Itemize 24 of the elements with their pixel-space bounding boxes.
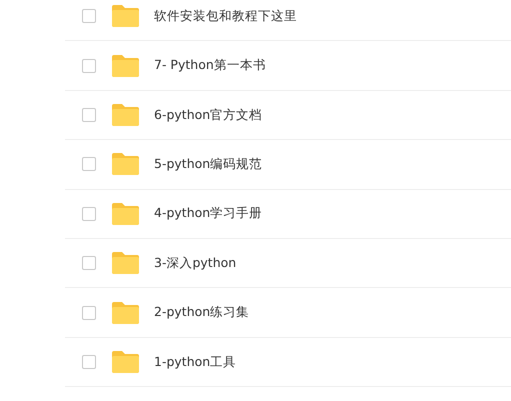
folder-icon [111,152,140,176]
folder-icon [111,350,140,374]
checkbox[interactable] [82,306,96,320]
checkbox[interactable] [82,206,96,221]
folder-icon [111,4,140,28]
folder-name[interactable]: 7- Python第一本书 [154,56,266,75]
folder-name[interactable]: 6-python官方文档 [154,106,262,124]
folder-icon [111,300,140,325]
checkbox[interactable] [82,58,96,73]
folder-name[interactable]: 软件安装包和教程下这里 [154,6,297,26]
folder-name[interactable]: 2-python练习集 [154,303,250,322]
folder-icon [111,102,140,127]
checkbox[interactable] [82,108,96,122]
checkbox[interactable] [82,157,96,172]
folder-icon [111,251,140,276]
folder-name[interactable]: 3-深入python [154,254,236,273]
folder-name[interactable]: 4-python学习手册 [154,204,262,224]
checkbox[interactable] [82,256,96,270]
folder-icon [111,54,140,78]
checkbox[interactable] [82,9,96,24]
folder-icon [111,202,140,226]
checkbox[interactable] [82,354,96,369]
folder-name[interactable]: 5-python编码规范 [154,154,262,174]
folder-name[interactable]: 1-python工具 [154,352,236,372]
